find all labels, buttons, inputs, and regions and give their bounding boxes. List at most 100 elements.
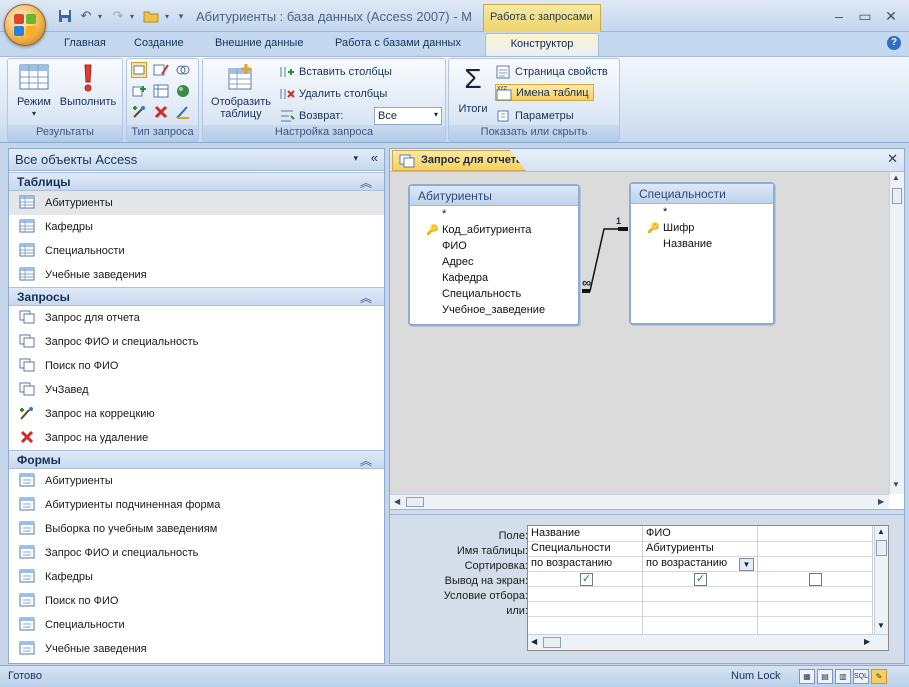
field-item[interactable]: * [631, 206, 773, 222]
scroll-thumb[interactable] [892, 188, 902, 204]
nav-item-form[interactable]: Выборка по учебным заведениям [9, 517, 384, 541]
show-checkbox[interactable] [809, 573, 822, 586]
property-sheet-button[interactable]: Страница свойств [495, 63, 608, 80]
table-pane-hscroll[interactable]: ◀ ▶ [390, 494, 889, 509]
grid-hscroll[interactable]: ◀ ▶ [528, 634, 888, 650]
delete-columns-button[interactable]: Удалить столбцы [279, 85, 387, 102]
nav-group-forms[interactable]: Формы ︽ [9, 450, 384, 469]
quick-access-dropdown-icon[interactable]: ▾ [162, 7, 172, 25]
nav-item-query[interactable]: Запрос ФИО и специальность [9, 330, 384, 354]
grid-cell-table[interactable]: Специальности [528, 542, 641, 554]
document-tab[interactable]: Запрос для отчета [392, 150, 526, 171]
nav-item-form[interactable]: Кафедры [9, 565, 384, 589]
design-view-icon[interactable]: ✎ [871, 669, 887, 684]
help-icon[interactable]: ? [887, 36, 901, 50]
minimize-icon[interactable]: – [829, 8, 849, 24]
field-list-abiturienty[interactable]: Абитуриенты * 🔑 Код_абитуриента ФИО Адрес… [408, 184, 580, 326]
parameters-button[interactable]: Параметры [495, 107, 574, 124]
sort-dropdown-icon[interactable]: ▼ [739, 558, 754, 571]
show-checkbox[interactable]: ✓ [694, 573, 707, 586]
scroll-thumb[interactable] [543, 637, 561, 648]
field-item[interactable]: * [410, 208, 578, 224]
table-pane-vscroll[interactable]: ▲ ▼ [889, 172, 904, 494]
scroll-up-icon[interactable]: ▲ [877, 527, 885, 536]
nav-item-form[interactable]: Абитуриенты подчиненная форма [9, 493, 384, 517]
pivot-table-view-icon[interactable]: ▤ [817, 669, 833, 684]
field-item[interactable]: 🔑 Шифр [631, 222, 773, 238]
nav-item-query[interactable]: Запрос на удаление [9, 426, 384, 450]
office-button[interactable] [4, 4, 46, 46]
nav-item-form[interactable]: Специальности [9, 613, 384, 637]
nav-item-table[interactable]: Специальности [9, 239, 384, 263]
make-table-query-icon[interactable] [153, 62, 169, 78]
field-item[interactable]: Кафедра [410, 272, 578, 288]
return-select[interactable]: Все ▾ [374, 107, 442, 125]
crosstab-query-icon[interactable] [153, 83, 169, 99]
nav-group-tables[interactable]: Таблицы ︽ [9, 172, 384, 191]
totals-button[interactable]: Σ Итоги [453, 63, 493, 115]
nav-item-query[interactable]: УчЗавед [9, 378, 384, 402]
scroll-left-icon[interactable]: ◀ [531, 637, 537, 646]
insert-columns-button[interactable]: Вставить столбцы [279, 63, 392, 80]
redo-dropdown-icon[interactable]: ▾ [127, 7, 137, 25]
tab-database-tools[interactable]: Работа с базами данных [335, 34, 461, 54]
scroll-down-icon[interactable]: ▼ [877, 621, 885, 630]
pivot-chart-view-icon[interactable]: ▥ [835, 669, 851, 684]
grid-cell-sort[interactable]: по возрастанию [528, 557, 641, 569]
view-button[interactable]: Режим ▾ [12, 63, 56, 120]
maximize-icon[interactable]: ▭ [855, 8, 875, 25]
update-query-icon[interactable] [131, 104, 147, 120]
tab-design[interactable]: Конструктор [485, 33, 599, 57]
nav-item-form[interactable]: Абитуриенты [9, 469, 384, 493]
scroll-thumb[interactable] [406, 497, 424, 507]
scroll-down-icon[interactable]: ▼ [892, 480, 900, 489]
scroll-thumb[interactable] [876, 540, 887, 556]
undo-icon[interactable]: ↶ [78, 7, 94, 25]
nav-item-form[interactable]: Запрос ФИО и специальность [9, 541, 384, 565]
nav-item-query[interactable]: Запрос на коррецкию [9, 402, 384, 426]
append-query-icon[interactable] [131, 83, 147, 99]
run-button[interactable]: Выполнить [56, 63, 120, 108]
data-definition-query-icon[interactable] [175, 104, 191, 120]
grid-cell-sort[interactable]: по возрастанию [643, 557, 739, 569]
grid-cell-field[interactable]: ФИО [643, 527, 756, 539]
tab-external-data[interactable]: Внешние данные [215, 34, 303, 54]
nav-item-query[interactable]: Запрос для отчета [9, 306, 384, 330]
union-query-icon[interactable] [175, 62, 191, 78]
field-list-title[interactable]: Абитуриенты [410, 186, 578, 206]
nav-header[interactable]: Все объекты Access ▾ « [9, 149, 384, 171]
grid-cell-field[interactable]: Название [528, 527, 641, 539]
field-item[interactable]: 🔑 Код_абитуриента [410, 224, 578, 240]
sql-view-icon[interactable]: SQL [853, 669, 869, 684]
field-item[interactable]: Специальность [410, 288, 578, 304]
customize-qat-icon[interactable]: ▾ [176, 7, 186, 25]
field-item[interactable]: ФИО [410, 240, 578, 256]
datasheet-view-icon[interactable]: ▦ [799, 669, 815, 684]
scroll-right-icon[interactable]: ▶ [878, 497, 884, 506]
nav-menu-chevron-icon[interactable]: ▾ [353, 153, 358, 164]
redo-icon[interactable]: ↷ [110, 7, 126, 25]
close-icon[interactable]: ✕ [881, 8, 901, 25]
nav-item-form[interactable]: Поиск по ФИО [9, 589, 384, 613]
scroll-up-icon[interactable]: ▲ [892, 173, 900, 182]
table-names-button[interactable]: XYZ Имена таблиц [495, 84, 594, 101]
select-query-icon[interactable] [131, 62, 147, 78]
tab-home[interactable]: Главная [64, 34, 106, 54]
save-icon[interactable] [56, 7, 74, 25]
nav-item-table[interactable]: Учебные заведения [9, 263, 384, 287]
delete-query-icon[interactable] [153, 104, 169, 120]
open-folder-icon[interactable] [141, 7, 161, 25]
nav-collapse-icon[interactable]: « [371, 150, 378, 165]
tab-create[interactable]: Создание [134, 34, 184, 54]
field-item[interactable]: Название [631, 238, 773, 254]
scroll-right-icon[interactable]: ▶ [864, 637, 870, 646]
scroll-left-icon[interactable]: ◀ [394, 497, 400, 506]
field-list-specialnosti[interactable]: Специальности * 🔑 Шифр Название [629, 182, 775, 325]
show-checkbox[interactable]: ✓ [580, 573, 593, 586]
undo-dropdown-icon[interactable]: ▾ [95, 7, 105, 25]
close-document-icon[interactable]: ✕ [887, 151, 898, 167]
pass-through-query-icon[interactable] [175, 83, 191, 99]
field-list-title[interactable]: Специальности [631, 184, 773, 204]
field-item[interactable]: Адрес [410, 256, 578, 272]
grid-cell-table[interactable]: Абитуриенты [643, 542, 756, 554]
